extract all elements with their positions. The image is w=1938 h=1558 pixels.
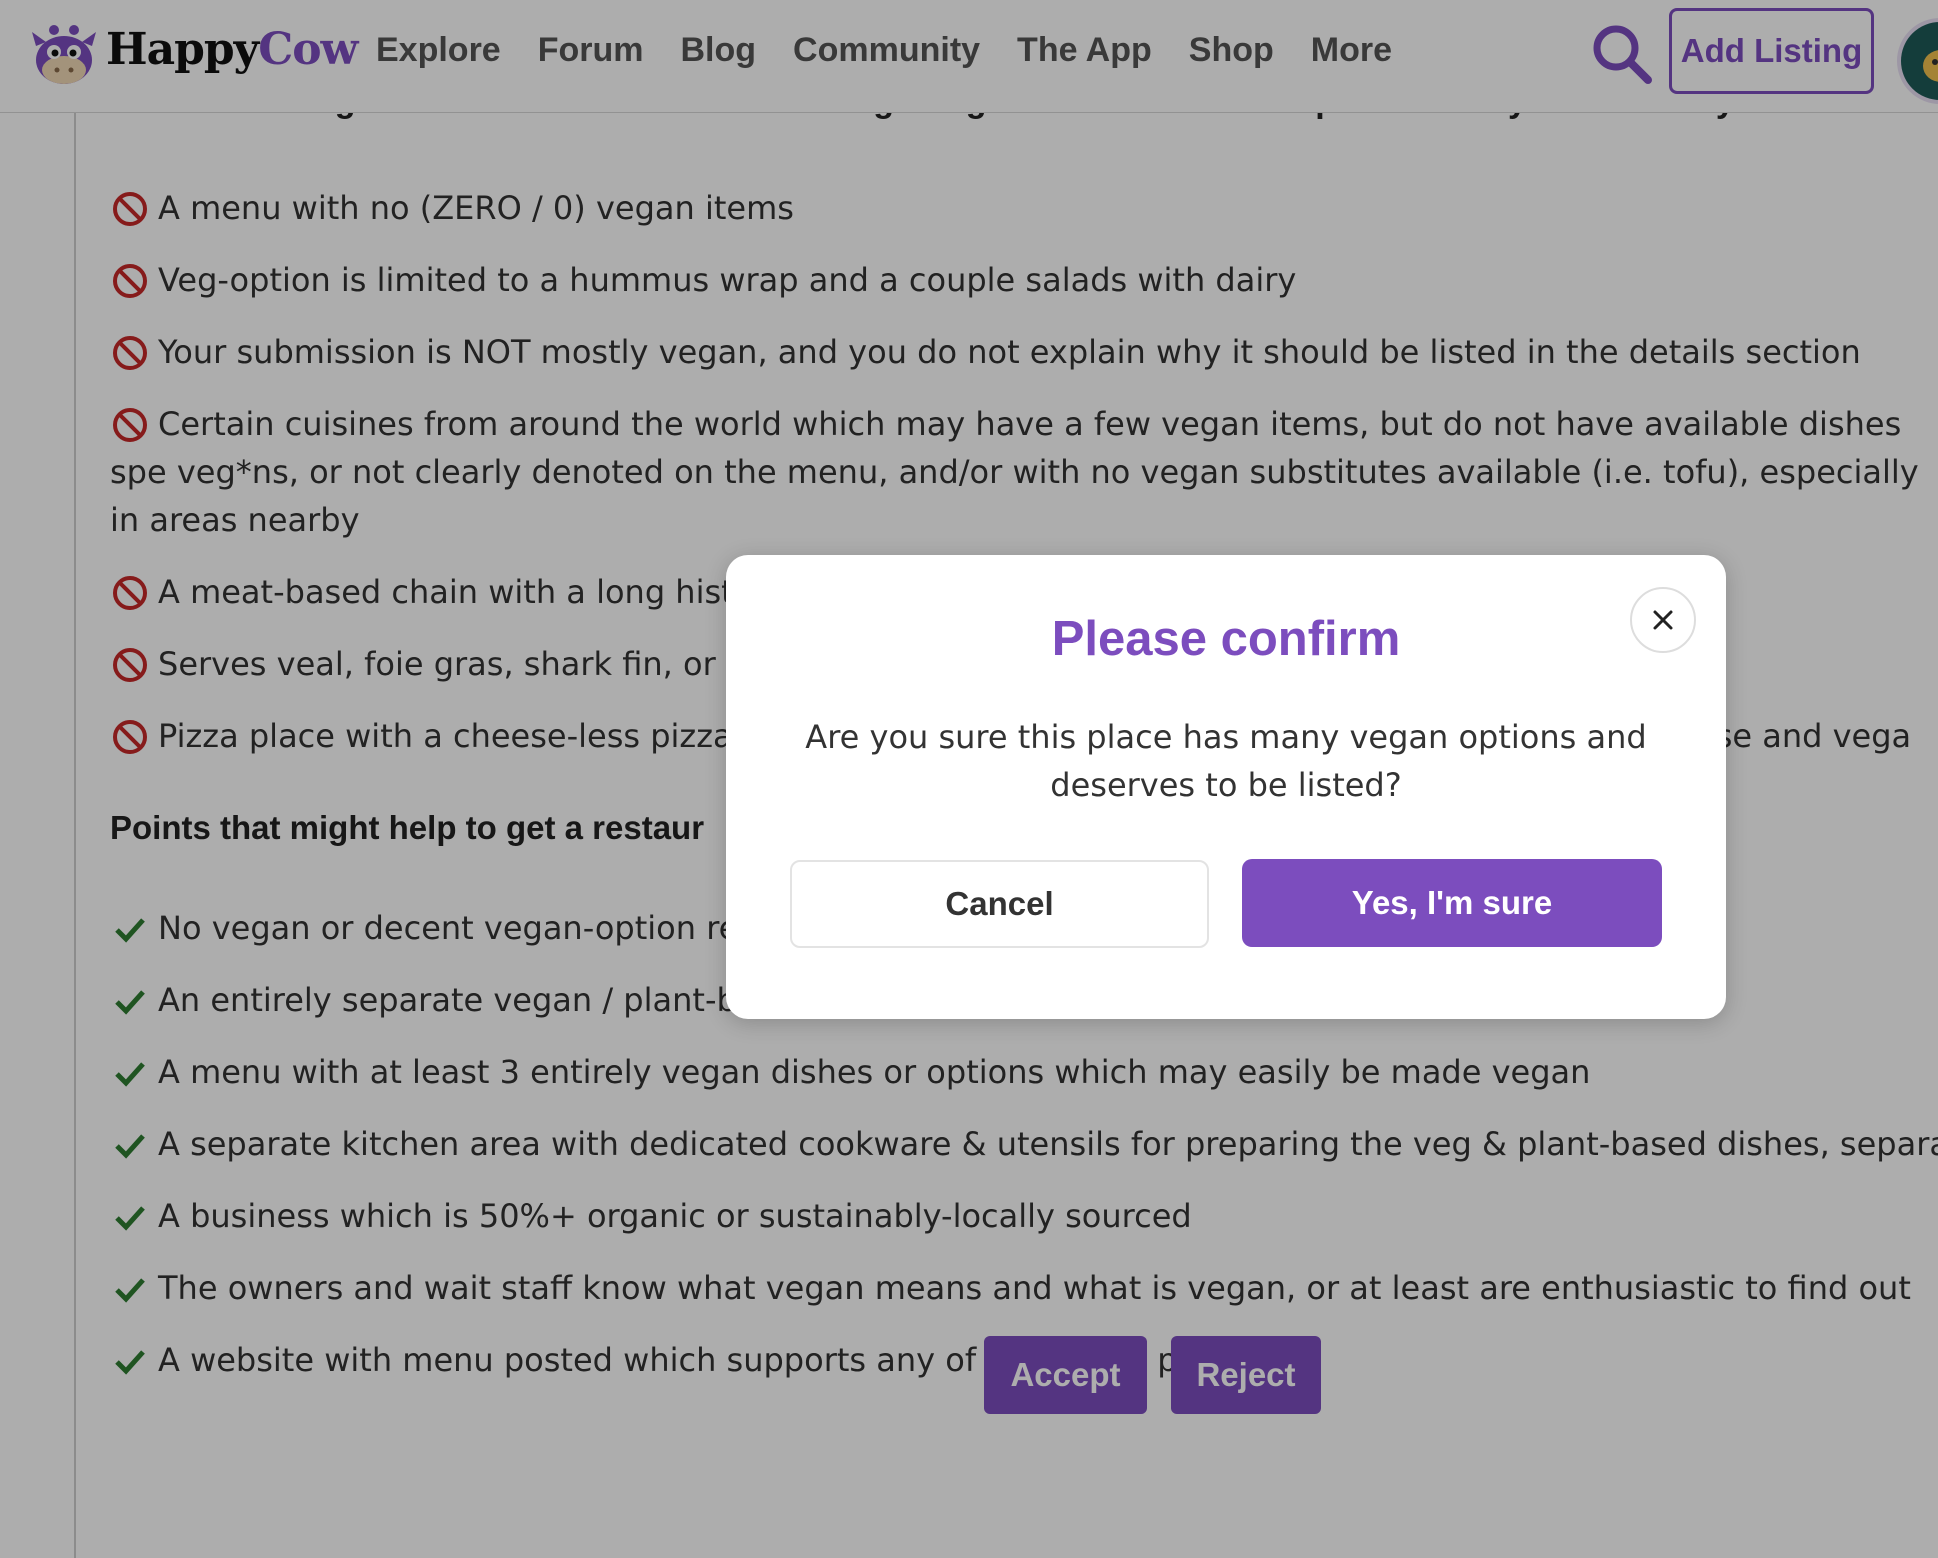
dialog-message: Are you sure this place has many vegan o…	[805, 718, 1647, 804]
dialog-title: Please confirm	[1051, 612, 1401, 666]
confirm-button[interactable]: Yes, I'm sure	[1242, 859, 1662, 947]
confirm-dialog: Please confirm Are you sure this place h…	[726, 555, 1726, 1019]
cancel-button[interactable]: Cancel	[790, 860, 1209, 948]
